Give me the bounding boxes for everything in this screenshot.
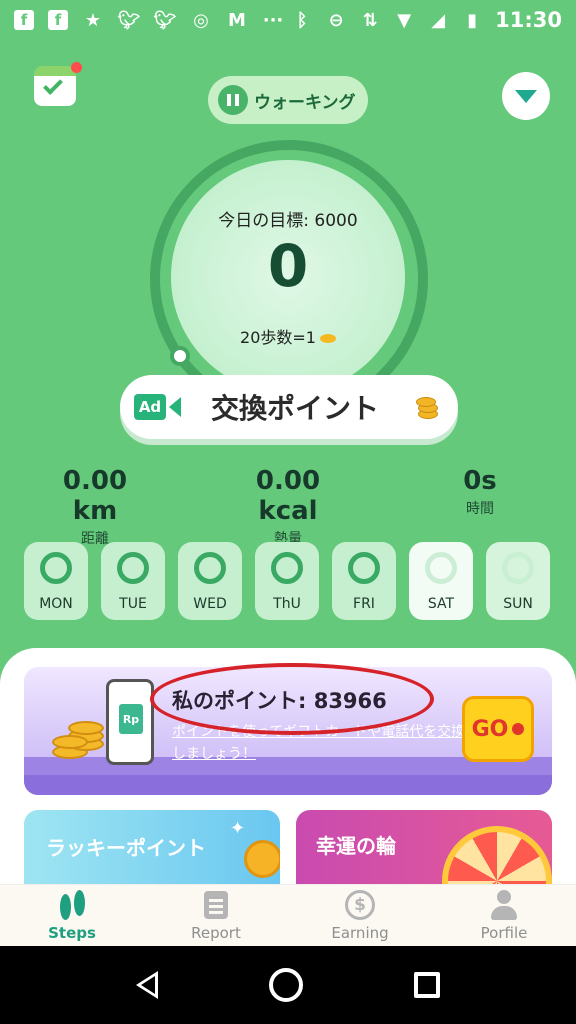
status-bar: f f ★ 🐦︎ 🐦︎ ◎ M ··· ᛒ ⊖ ⇅ ▼ ◢ ▮ 11:30: [0, 0, 576, 40]
day-wed[interactable]: WED: [178, 542, 242, 620]
day-label: MON: [39, 596, 73, 612]
footsteps-icon: [57, 889, 87, 920]
day-label: SAT: [427, 596, 455, 612]
lucky-points-card[interactable]: ラッキーポイント ✦: [24, 810, 280, 886]
ad-label: Ad: [134, 394, 166, 420]
coin-icon: [244, 840, 280, 878]
phone-note-label: Rp: [119, 704, 143, 734]
exchange-points-label: 交換ポイント: [211, 392, 380, 425]
coin-stack-icon: [414, 395, 440, 419]
conversion-rate: 20歩数=1: [171, 324, 405, 348]
do-not-disturb-icon: ⊖: [328, 9, 344, 31]
pause-icon: [218, 85, 248, 115]
chevron-down-icon: [515, 89, 537, 103]
day-fri[interactable]: FRI: [332, 542, 396, 620]
day-ring: [40, 552, 72, 584]
go-label: GO: [471, 716, 509, 742]
recent-apps-icon[interactable]: [414, 972, 441, 998]
day-ring: [194, 552, 226, 584]
clock: 11:30: [495, 8, 562, 32]
lucky-wheel-label: 幸運の輪: [316, 834, 396, 858]
day-label: FRI: [353, 596, 375, 612]
sparkle-icon: ✦: [230, 818, 246, 839]
distance-stat: 0.00 km 距離: [40, 466, 150, 548]
week-days: MON TUE WED ThU FRI SAT SUN: [24, 542, 550, 620]
gmail-icon: M: [228, 9, 246, 31]
progress-knob: [170, 346, 190, 366]
wifi-icon: ▼: [397, 9, 412, 31]
day-label: WED: [193, 596, 227, 612]
daily-goal: 今日の目標: 6000: [218, 211, 358, 231]
back-icon[interactable]: [135, 971, 158, 999]
day-thu[interactable]: ThU: [255, 542, 319, 620]
facebook-icon: f: [14, 10, 34, 30]
calories-stat: 0.00 kcal 熱量: [222, 466, 354, 548]
day-label: TUE: [119, 596, 147, 612]
clipboard-icon: [201, 890, 231, 920]
lucky-points-label: ラッキーポイント: [46, 836, 206, 860]
data-arrows-icon: ⇅: [362, 9, 378, 31]
tab-steps[interactable]: Steps: [0, 885, 144, 946]
tab-profile[interactable]: Porfile: [432, 885, 576, 946]
day-sun[interactable]: SUN: [486, 542, 550, 620]
day-ring: [425, 552, 457, 584]
time-stat: 0s 時間: [444, 466, 516, 518]
day-tue[interactable]: TUE: [101, 542, 165, 620]
tab-report-label: Report: [191, 923, 241, 942]
facebook-icon: f: [48, 10, 68, 30]
twitter-icon: 🐦︎: [117, 9, 141, 31]
walking-mode-button[interactable]: ウォーキング: [208, 76, 368, 124]
day-label: SUN: [503, 596, 533, 612]
tab-earning-label: Earning: [331, 923, 389, 942]
distance-value: 0.00 km: [62, 466, 128, 526]
wheel-icon: [442, 826, 552, 886]
phone-illustration: Rp: [106, 679, 154, 765]
ad-video-icon: Ad: [134, 394, 181, 420]
tab-profile-label: Porfile: [480, 923, 528, 942]
tab-report[interactable]: Report: [144, 885, 288, 946]
day-ring: [348, 552, 380, 584]
mode-label: ウォーキング: [254, 92, 356, 113]
exchange-points-button[interactable]: Ad 交換ポイント: [120, 375, 458, 439]
signal-icon: ◢: [431, 9, 446, 31]
day-sat[interactable]: SAT: [409, 542, 473, 620]
coin-icon: [319, 334, 336, 343]
lucky-wheel-card[interactable]: 幸運の輪: [296, 810, 552, 886]
calories-value: 0.00 kcal: [255, 466, 321, 526]
notification-dot: [71, 62, 82, 73]
home-icon[interactable]: [268, 968, 303, 1002]
conversion-rate-label: 20歩数=1: [240, 328, 316, 347]
battery-icon: ▮: [467, 9, 478, 31]
dropdown-button[interactable]: [502, 72, 550, 120]
coin-pile-icon: [52, 707, 112, 767]
tab-steps-label: Steps: [48, 923, 96, 942]
instagram-icon: ◎: [193, 9, 209, 31]
day-label: ThU: [273, 596, 301, 612]
star-icon: ★: [84, 9, 102, 31]
go-arrow-icon: [512, 723, 525, 735]
system-navigation-bar: [0, 946, 576, 1024]
person-icon: [489, 889, 519, 920]
more-icon: ···: [262, 9, 284, 31]
twitter-icon: 🐦︎: [153, 9, 177, 31]
day-ring: [271, 552, 303, 584]
tab-earning[interactable]: $ Earning: [288, 885, 432, 946]
red-highlight-annotation: [150, 663, 434, 735]
day-mon[interactable]: MON: [24, 542, 88, 620]
bluetooth-icon: ᛒ: [296, 9, 308, 31]
time-value: 0s: [463, 466, 497, 496]
checkmark-icon: [43, 75, 63, 95]
step-count: 0: [267, 232, 309, 300]
dollar-icon: $: [345, 889, 375, 920]
day-ring: [117, 552, 149, 584]
day-ring: [502, 552, 534, 584]
time-label: 時間: [466, 501, 494, 517]
calendar-check-icon[interactable]: [34, 62, 82, 106]
go-button[interactable]: GO: [462, 696, 534, 762]
bottom-navigation: Steps Report $ Earning Porfile: [0, 884, 576, 946]
